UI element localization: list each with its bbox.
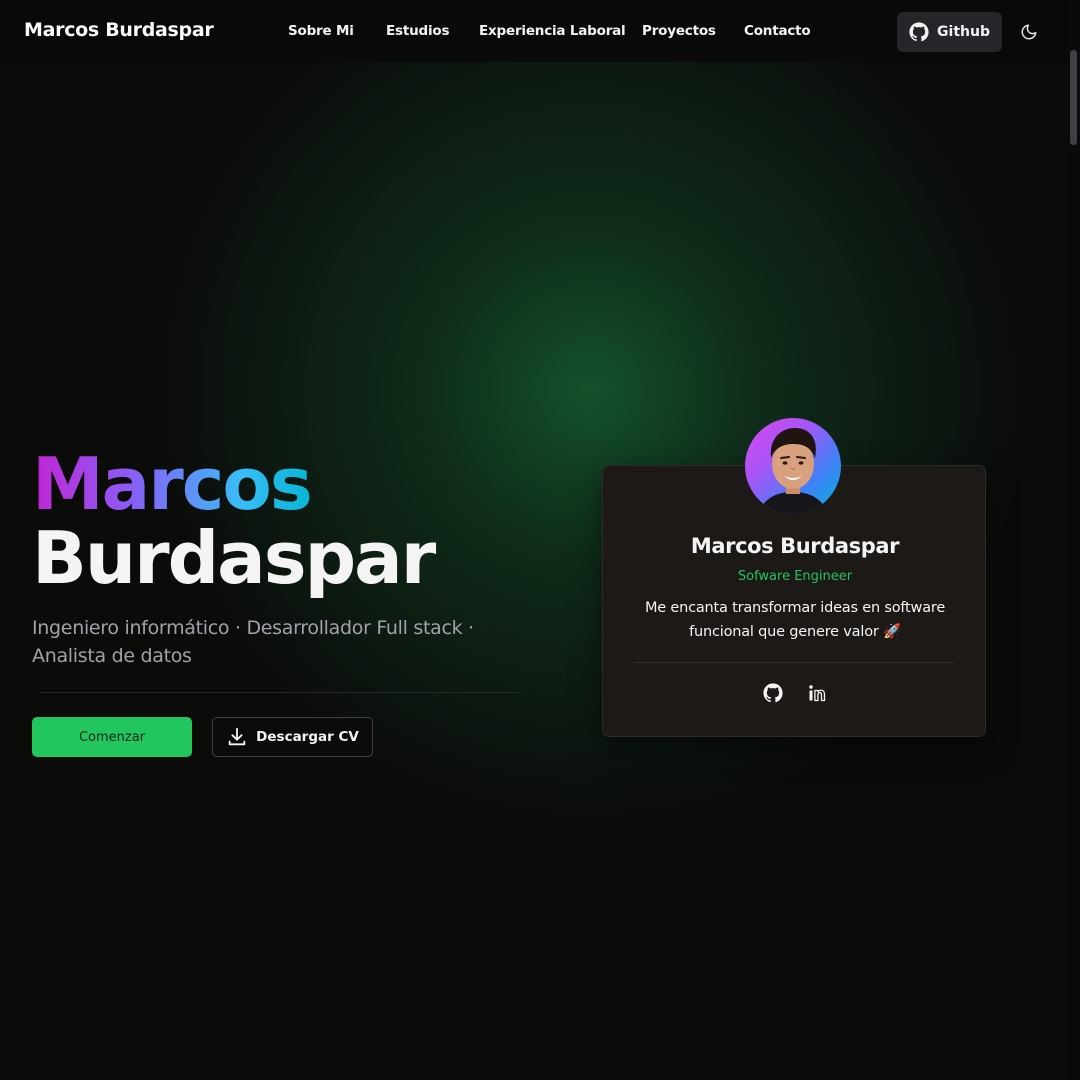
hero-first-name: Marcos (32, 442, 313, 526)
nav-link-estudios[interactable]: Estudios (386, 23, 450, 39)
scrollbar-thumb[interactable] (1070, 50, 1077, 145)
navbar: Marcos Burdaspar Sobre Mi Estudios Exper… (0, 0, 1066, 62)
linkedin-icon[interactable] (806, 682, 828, 704)
github-icon (909, 22, 929, 42)
theme-toggle-button[interactable] (1017, 20, 1041, 44)
profile-photo (759, 428, 827, 514)
page: Marcos Burdaspar Sobre Mi Estudios Exper… (0, 0, 1080, 1080)
download-icon (228, 727, 246, 746)
github-icon[interactable] (762, 682, 784, 704)
card-bio: Me encanta transformar ideas en software… (644, 600, 946, 640)
nav-link-sobre-mi[interactable]: Sobre Mi (288, 23, 354, 39)
download-cv-label: Descargar CV (256, 729, 359, 745)
nav-link-experiencia[interactable]: Experiencia Laboral (479, 23, 626, 39)
hero-subtitle: Ingeniero informático · Desarrollador Fu… (32, 617, 474, 667)
comenzar-button[interactable]: Comenzar (32, 717, 192, 757)
card-divider (634, 662, 954, 663)
hero-last-name: Burdaspar (32, 516, 436, 600)
github-button-label: Github (937, 24, 990, 40)
card-name: Marcos Burdaspar (690, 534, 900, 558)
card-social-links (603, 682, 987, 704)
hero-divider (40, 692, 521, 693)
github-button[interactable]: Github (897, 12, 1002, 52)
scrollbar[interactable] (1066, 0, 1080, 1080)
nav-link-proyectos[interactable]: Proyectos (642, 23, 716, 39)
avatar (745, 418, 841, 514)
card-role: Sofware Engineer (737, 569, 853, 584)
nav-link-contacto[interactable]: Contacto (744, 23, 811, 39)
moon-icon (1021, 24, 1037, 40)
download-cv-button[interactable]: Descargar CV (212, 717, 373, 757)
